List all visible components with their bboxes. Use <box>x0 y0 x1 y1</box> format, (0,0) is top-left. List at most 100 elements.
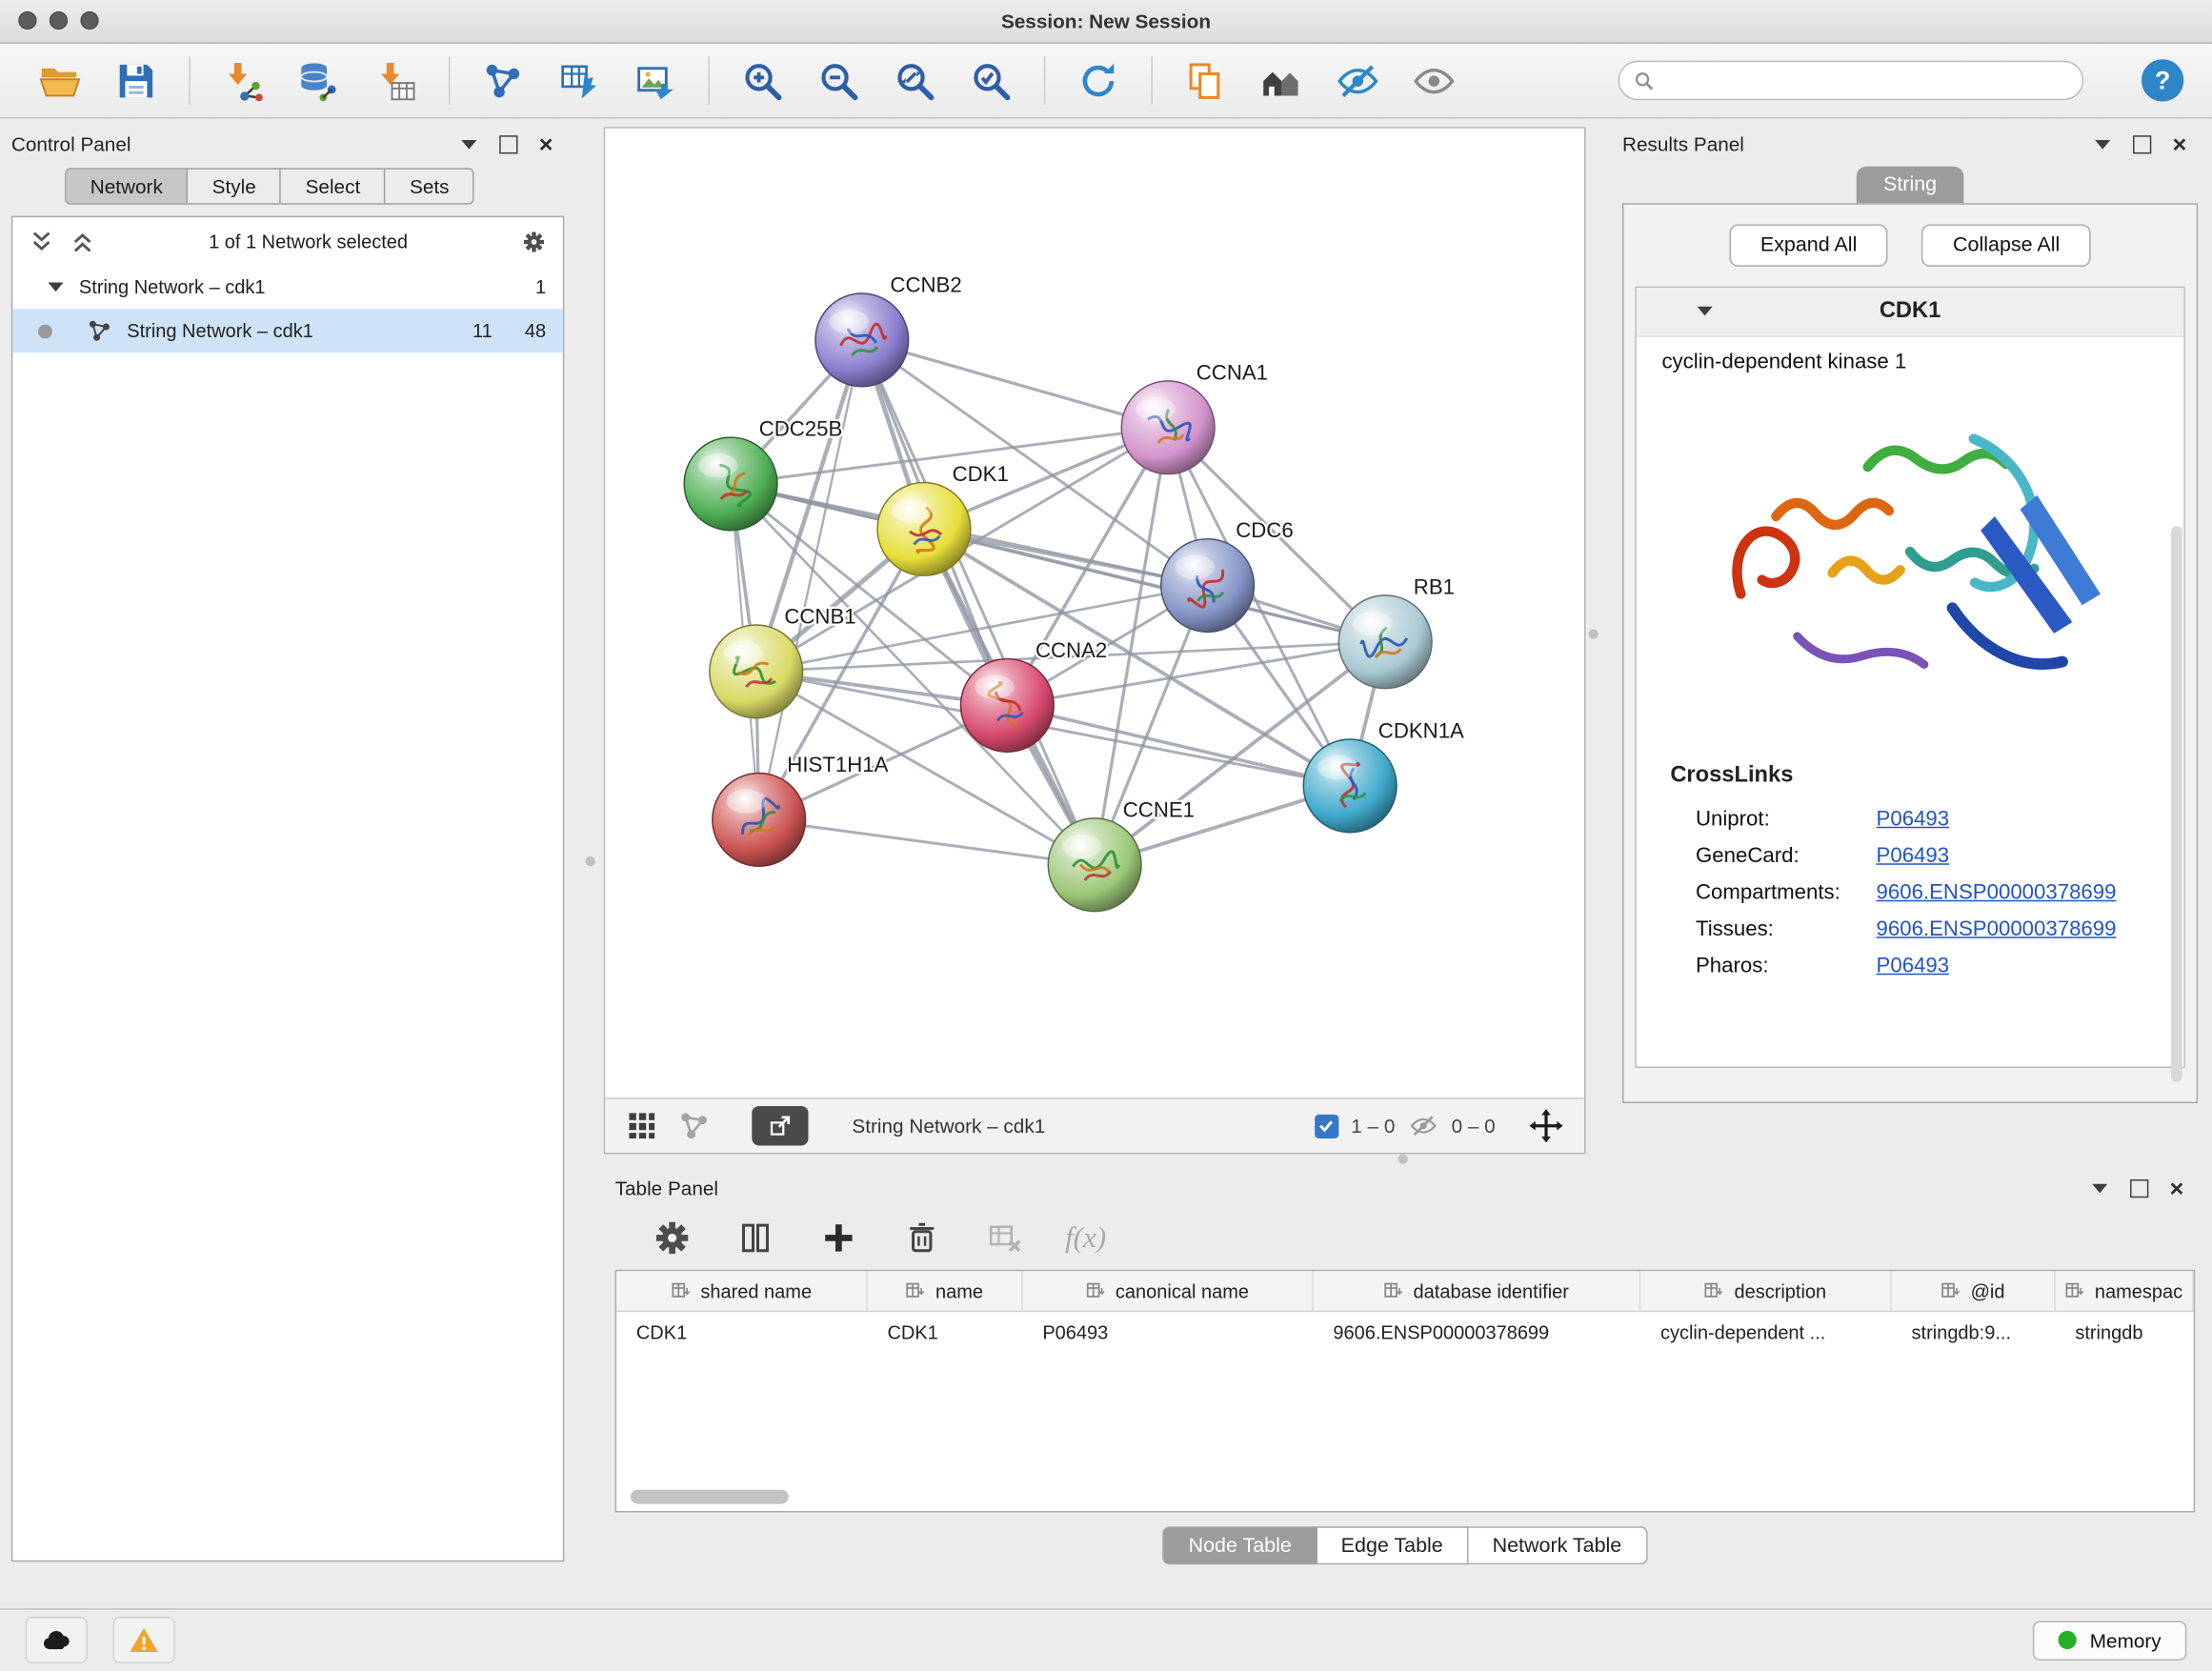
pan-tool-icon[interactable] <box>1528 1107 1565 1144</box>
collapse-all-networks-icon[interactable] <box>70 230 94 253</box>
scrollbar-thumb[interactable] <box>631 1490 789 1504</box>
selected-checkbox-icon[interactable] <box>1315 1114 1338 1137</box>
tab-network[interactable]: Network <box>67 170 189 204</box>
zoom-fit-icon[interactable] <box>892 57 938 104</box>
memory-button[interactable]: Memory <box>2034 1621 2187 1660</box>
window-zoom-button[interactable] <box>80 11 98 30</box>
column-header[interactable]: name <box>868 1271 1023 1310</box>
tissues-link[interactable]: 9606.ENSP00000378699 <box>1877 916 2117 940</box>
network-from-table-icon[interactable] <box>555 57 602 104</box>
panel-close-icon[interactable]: × <box>2173 131 2187 155</box>
import-table-icon[interactable] <box>372 57 419 104</box>
import-network-database-icon[interactable] <box>296 57 343 104</box>
tab-string[interactable]: String <box>1857 167 1963 204</box>
network-collection-row[interactable]: String Network – cdk1 1 <box>12 265 563 309</box>
first-neighbors-icon[interactable] <box>1258 57 1305 104</box>
splitter-handle[interactable] <box>1398 1154 1408 1163</box>
network-row-selected[interactable]: String Network – cdk1 11 48 <box>12 309 563 352</box>
splitter-handle[interactable] <box>586 856 595 866</box>
panel-float-icon[interactable] <box>2130 1178 2148 1197</box>
tab-select[interactable]: Select <box>281 170 385 204</box>
window-minimize-button[interactable] <box>50 11 68 30</box>
warning-icon[interactable] <box>112 1617 174 1663</box>
tab-style[interactable]: Style <box>188 170 281 204</box>
table-gear-icon[interactable] <box>649 1214 695 1260</box>
gene-collapse-icon[interactable] <box>1696 305 1714 317</box>
network-canvas[interactable]: CCNB2CCNA1CDC25BCDK1CDC6RB1CCNB1CCNA2CDK… <box>605 129 1584 1097</box>
column-header[interactable]: shared name <box>616 1271 868 1310</box>
table-horizontal-scrollbar[interactable] <box>631 1490 2180 1504</box>
genecard-link[interactable]: P06493 <box>1877 843 1950 867</box>
tab-node-table[interactable]: Node Table <box>1163 1526 1317 1564</box>
network-node-CCNA2[interactable] <box>960 659 1054 753</box>
network-edge-CCNB2-CCNE1[interactable] <box>862 340 1095 865</box>
import-network-file-icon[interactable] <box>220 57 267 104</box>
zoom-selected-icon[interactable] <box>968 57 1015 104</box>
pharos-link[interactable]: P06493 <box>1877 953 1950 976</box>
network-node-RB1[interactable] <box>1338 595 1432 689</box>
panel-menu-icon[interactable] <box>460 137 478 150</box>
network-edge-CCNA2-CDKN1A[interactable] <box>1007 705 1350 785</box>
network-node-HIST1H1A[interactable] <box>713 774 806 867</box>
collapse-all-button[interactable]: Collapse All <box>1921 224 2090 266</box>
network-svg[interactable]: CCNB2CCNA1CDC25BCDK1CDC6RB1CCNB1CCNA2CDK… <box>605 129 1584 1097</box>
expand-all-button[interactable]: Expand All <box>1729 224 1888 266</box>
help-icon[interactable]: ? <box>2142 59 2183 101</box>
network-node-CDK1[interactable] <box>877 482 971 575</box>
tab-network-table[interactable]: Network Table <box>1468 1526 1646 1564</box>
uniprot-link[interactable]: P06493 <box>1877 806 1950 830</box>
panel-menu-icon[interactable] <box>2091 1181 2109 1194</box>
cloud-status-icon[interactable] <box>26 1617 88 1663</box>
function-builder-icon[interactable]: f(x) <box>1065 1219 1106 1255</box>
save-session-icon[interactable] <box>112 57 159 104</box>
network-node-CCNA1[interactable] <box>1121 381 1215 474</box>
panel-menu-icon[interactable] <box>2094 137 2112 150</box>
add-column-icon[interactable] <box>815 1214 862 1260</box>
zoom-out-icon[interactable] <box>815 57 862 104</box>
network-edge-CCNB2-HIST1H1A[interactable] <box>759 340 862 819</box>
network-node-CDKN1A[interactable] <box>1303 739 1397 833</box>
column-header[interactable]: description <box>1640 1271 1892 1310</box>
network-edge-HIST1H1A-CCNE1[interactable] <box>759 819 1095 864</box>
collection-count: 1 <box>535 276 546 297</box>
panel-close-icon[interactable]: × <box>539 131 553 155</box>
results-scrollbar[interactable] <box>2171 526 2182 1081</box>
network-node-CDC6[interactable] <box>1161 539 1255 633</box>
export-image-icon[interactable] <box>632 57 678 104</box>
network-node-CCNB2[interactable] <box>815 293 909 387</box>
network-share-icon[interactable] <box>677 1109 712 1143</box>
column-header[interactable]: namespac <box>2056 1271 2194 1310</box>
network-edge-CCNB2-CCNA1[interactable] <box>862 340 1168 428</box>
delete-table-icon[interactable] <box>982 1214 1029 1260</box>
detach-view-icon[interactable] <box>752 1106 808 1145</box>
window-close-button[interactable] <box>18 11 36 30</box>
table-row[interactable]: CDK1 CDK1 P06493 9606.ENSP00000378699 cy… <box>616 1312 2194 1351</box>
network-node-CDC25B[interactable] <box>684 437 777 531</box>
hide-selected-icon[interactable] <box>1335 57 1381 104</box>
column-header[interactable]: database identifier <box>1314 1271 1641 1310</box>
birdseye-view-icon[interactable] <box>625 1109 659 1143</box>
network-options-gear-icon[interactable] <box>522 230 546 253</box>
panel-float-icon[interactable] <box>499 134 517 152</box>
panel-float-icon[interactable] <box>2133 134 2151 152</box>
panel-close-icon[interactable]: × <box>2170 1176 2184 1199</box>
tab-edge-table[interactable]: Edge Table <box>1317 1526 1469 1564</box>
expand-all-networks-icon[interactable] <box>30 230 53 253</box>
delete-column-icon[interactable] <box>898 1214 945 1260</box>
new-network-icon[interactable] <box>479 57 526 104</box>
zoom-in-icon[interactable] <box>739 57 786 104</box>
column-header[interactable]: @id <box>1892 1271 2056 1310</box>
apply-layout-icon[interactable] <box>1075 57 1121 104</box>
tree-expand-icon[interactable] <box>47 281 65 293</box>
duplicate-attributes-icon[interactable] <box>1182 57 1229 104</box>
column-header[interactable]: canonical name <box>1023 1271 1314 1310</box>
splitter-handle[interactable] <box>1588 629 1598 638</box>
network-node-CCNE1[interactable] <box>1048 818 1141 912</box>
open-session-icon[interactable] <box>37 57 84 104</box>
search-input[interactable] <box>1664 69 2068 92</box>
show-columns-icon[interactable] <box>733 1214 779 1260</box>
compartments-link[interactable]: 9606.ENSP00000378699 <box>1877 879 2117 903</box>
show-all-icon[interactable] <box>1411 57 1458 104</box>
tab-sets[interactable]: Sets <box>386 170 473 204</box>
network-node-CCNB1[interactable] <box>710 625 803 718</box>
